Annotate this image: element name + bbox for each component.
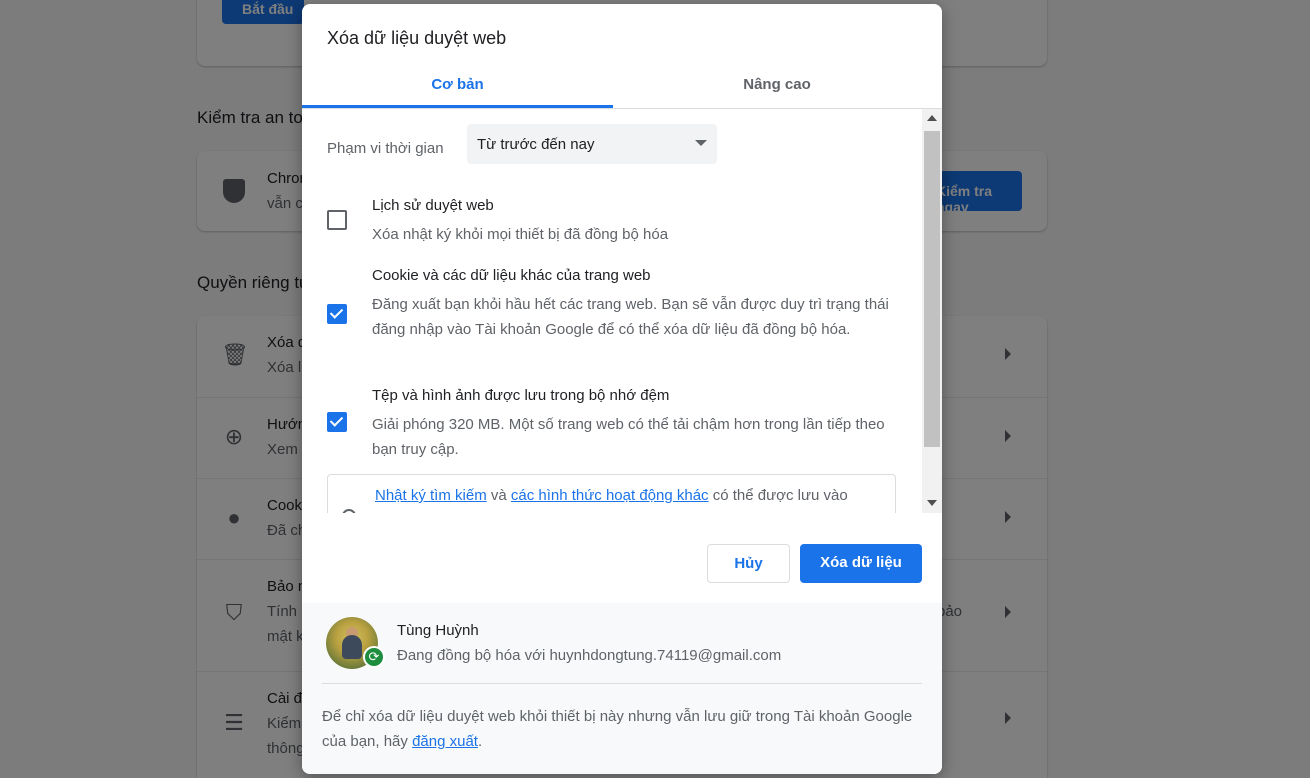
option-description: Giải phóng 320 MB. Một số trang web có t… [372, 416, 885, 458]
info-tail: có thể được lưu vào [712, 487, 848, 504]
footer-note: Để chỉ xóa dữ liệu duyệt web khỏi thiết … [322, 704, 922, 754]
tab-advanced[interactable]: Nâng cao [622, 60, 932, 108]
avatar-body [342, 635, 362, 659]
account-sync-status: Đang đồng bộ hóa với huynhdongtung.74119… [397, 647, 782, 664]
time-range-value: Từ trước đến nay [477, 136, 595, 153]
footer-divider [322, 683, 922, 684]
other-activity-link[interactable]: các hình thức hoạt động khác [511, 487, 709, 504]
time-range-label: Phạm vi thời gian [327, 140, 444, 157]
dialog-scroll-area: Phạm vi thời gian Từ trước đến nay Lịch … [302, 109, 942, 513]
cache-checkbox[interactable] [327, 412, 347, 432]
scroll-down-icon[interactable] [927, 500, 937, 506]
option-title: Cookie và các dữ liệu khác của trang web [372, 267, 651, 284]
option-description: Xóa nhật ký khỏi mọi thiết bị đã đồng bộ… [372, 226, 669, 243]
cancel-button[interactable]: Hủy [707, 544, 790, 583]
scroll-up-icon[interactable] [927, 115, 937, 121]
tab-basic[interactable]: Cơ bản [302, 60, 613, 108]
sync-icon: ⟳ [363, 646, 385, 668]
option-cache: Tệp và hình ảnh được lưu trong bộ nhớ đệ… [327, 387, 897, 462]
browsing-history-checkbox[interactable] [327, 210, 347, 230]
search-history-link[interactable]: Nhật ký tìm kiếm [375, 487, 487, 504]
option-title: Tệp và hình ảnh được lưu trong bộ nhớ đệ… [372, 387, 670, 404]
info-text: Nhật ký tìm kiếm và các hình thức hoạt đ… [375, 487, 848, 504]
dialog-scrollbar[interactable] [922, 109, 942, 513]
dialog-title: Xóa dữ liệu duyệt web [327, 28, 507, 48]
option-cookies: Cookie và các dữ liệu khác của trang web… [327, 267, 897, 362]
scrollbar-thumb[interactable] [924, 131, 940, 447]
cookies-checkbox[interactable] [327, 304, 347, 324]
clear-browsing-data-dialog: Xóa dữ liệu duyệt web Cơ bản Nâng cao Ph… [302, 4, 942, 774]
info-icon [342, 509, 356, 513]
option-browsing-history: Lịch sử duyệt web Xóa nhật ký khỏi mọi t… [327, 197, 897, 247]
footer-note-end: . [477, 733, 483, 750]
dialog-tabs: Cơ bản Nâng cao [302, 60, 942, 109]
footer-note-text: Để chỉ xóa dữ liệu duyệt web khỏi thiết … [322, 708, 913, 750]
search-history-info-box: Nhật ký tìm kiếm và các hình thức hoạt đ… [327, 474, 896, 513]
option-title: Lịch sử duyệt web [372, 197, 494, 214]
time-range-select[interactable]: Từ trước đến nay [467, 124, 717, 164]
account-footer: ⟳ Tùng Huỳnh Đang đồng bộ hóa với huynhd… [302, 603, 942, 774]
account-name: Tùng Huỳnh [397, 622, 479, 639]
clear-data-button[interactable]: Xóa dữ liệu [800, 544, 922, 583]
sign-out-link[interactable]: đăng xuất [412, 733, 478, 750]
info-connector: và [490, 487, 507, 504]
dropdown-arrow-icon [695, 140, 707, 146]
option-description: Đăng xuất bạn khỏi hầu hết các trang web… [372, 296, 889, 338]
